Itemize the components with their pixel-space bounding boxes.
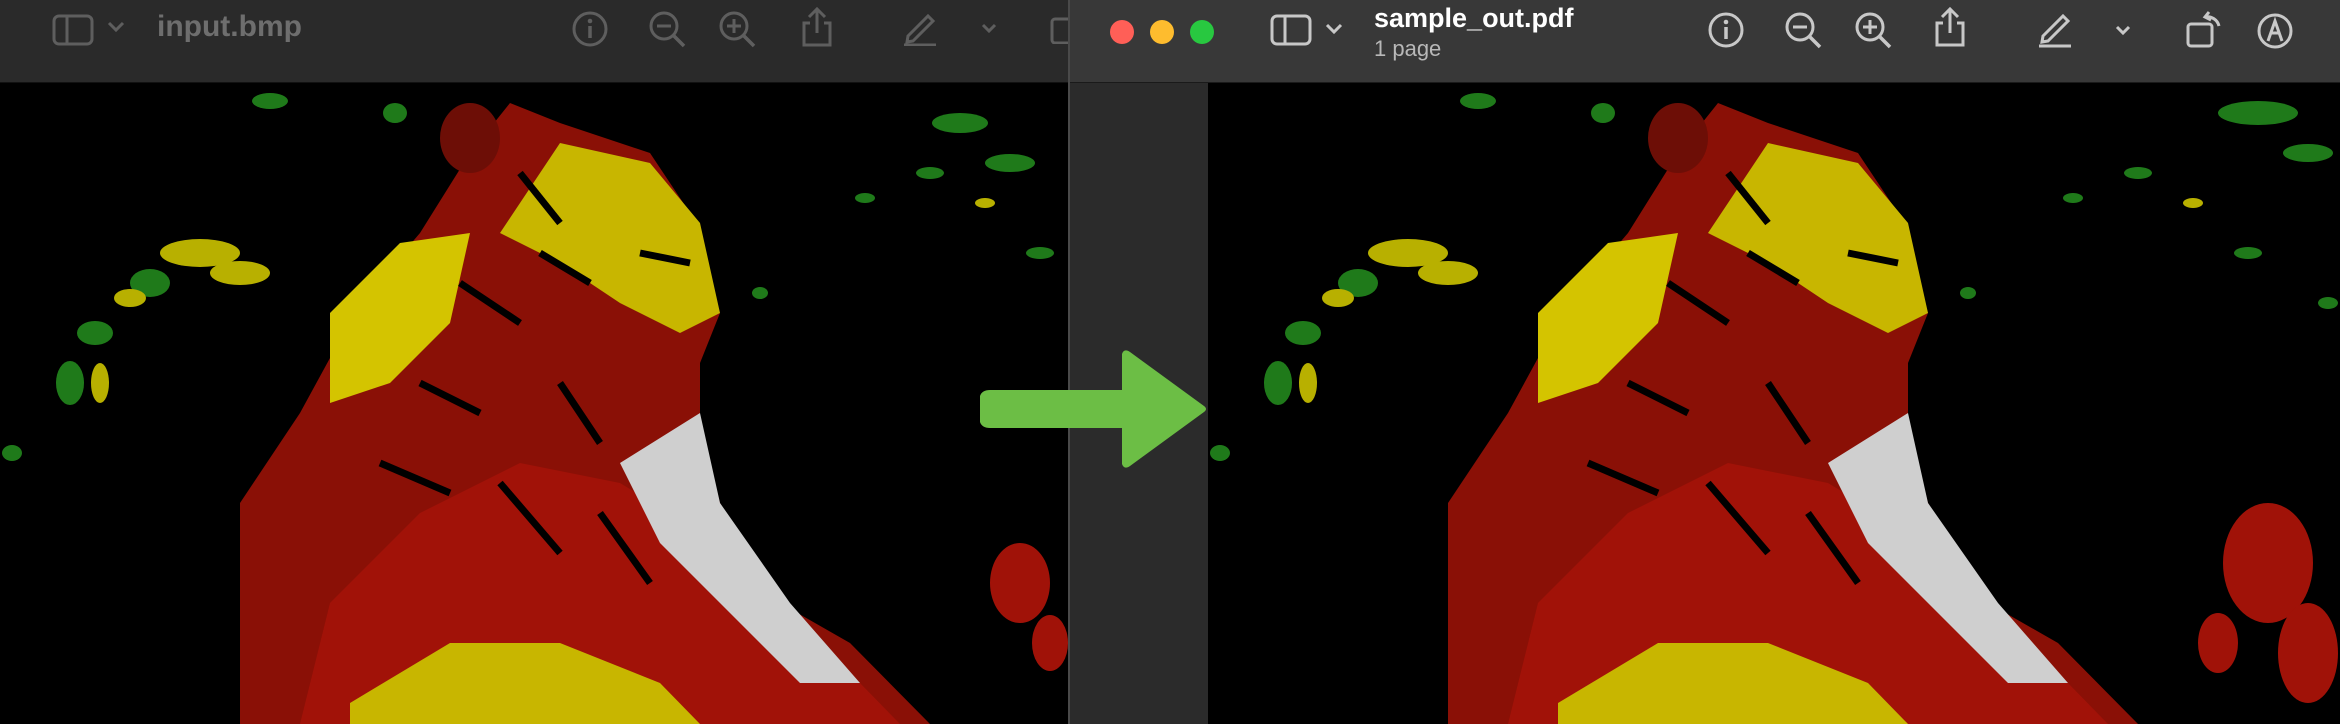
zoom-in-icon[interactable] [1854, 11, 1894, 51]
info-icon[interactable] [1707, 11, 1745, 49]
info-icon[interactable] [571, 10, 609, 48]
right-toolbar: sample_out.pdf 1 page [1070, 0, 2340, 83]
minimize-button[interactable] [1150, 20, 1174, 44]
markup-icon[interactable] [900, 8, 940, 46]
chevron-down-icon[interactable] [1324, 22, 1344, 36]
markup-icon[interactable] [2035, 8, 2075, 48]
share-icon[interactable] [1932, 6, 1968, 48]
left-image-viewport [0, 83, 1070, 724]
zoom-out-icon[interactable] [648, 10, 688, 50]
page-count: 1 page [1374, 36, 1442, 61]
tiger-image-input [0, 83, 1070, 724]
right-arrow-icon [972, 346, 1212, 472]
left-preview-window: input.bmp [0, 0, 1070, 724]
zoom-button[interactable] [1190, 20, 1214, 44]
chevron-down-icon[interactable] [2114, 24, 2132, 36]
window-title: input.bmp [157, 10, 302, 43]
right-image-viewport [1208, 83, 2340, 724]
left-toolbar: input.bmp [0, 0, 1070, 83]
chevron-down-icon[interactable] [106, 20, 126, 34]
sidebar-icon[interactable] [52, 14, 94, 46]
chevron-down-icon[interactable] [980, 22, 998, 34]
zoom-out-icon[interactable] [1784, 11, 1824, 51]
zoom-in-icon[interactable] [718, 10, 758, 50]
tiger-image-output [1208, 83, 2340, 724]
window-title: sample_out.pdf [1374, 3, 1574, 33]
right-preview-window: sample_out.pdf 1 page [1068, 0, 2340, 724]
close-button[interactable] [1110, 20, 1134, 44]
rotate-icon[interactable] [1050, 14, 1070, 44]
annotate-icon[interactable] [2255, 11, 2295, 51]
share-icon[interactable] [799, 6, 835, 48]
rotate-icon[interactable] [2185, 8, 2225, 50]
sidebar-icon[interactable] [1270, 14, 1312, 46]
